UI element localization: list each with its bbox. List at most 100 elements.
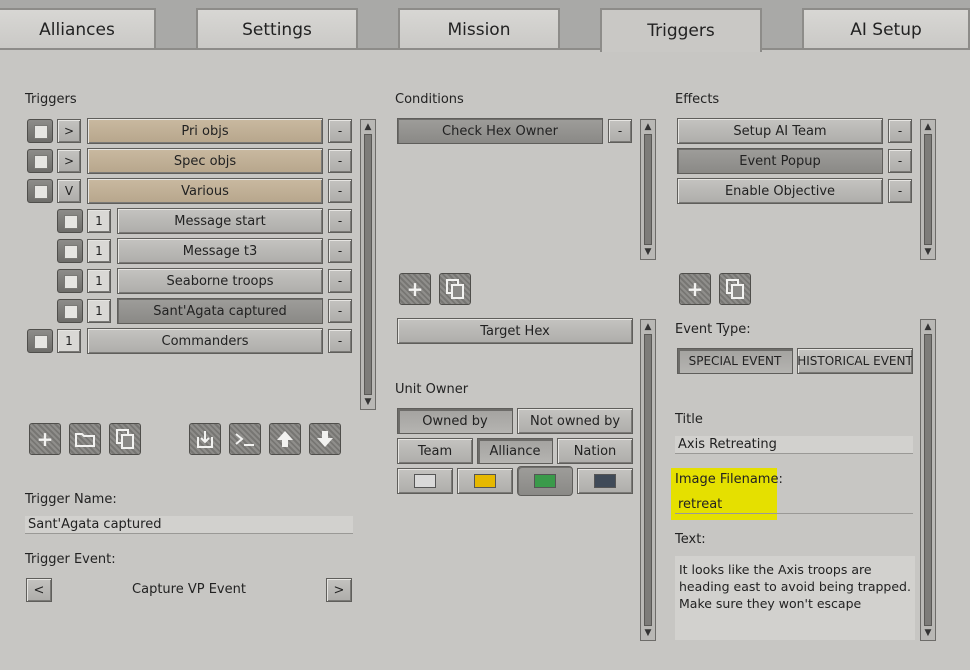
effect-item[interactable]: Setup AI Team: [677, 118, 883, 144]
title-input[interactable]: Axis Retreating: [675, 436, 913, 454]
scroll-down-icon[interactable]: ▼: [642, 246, 654, 258]
trigger-item[interactable]: Seaborne troops: [117, 268, 323, 294]
not-owned-by-button[interactable]: Not owned by: [517, 408, 633, 434]
scroll-track[interactable]: [364, 134, 372, 395]
trigger-item[interactable]: Various: [87, 178, 323, 204]
copy-condition-button[interactable]: [439, 273, 471, 305]
condition-params-scrollbar[interactable]: ▲ ▼: [640, 319, 656, 641]
add-folder-button[interactable]: [69, 423, 101, 455]
effect-item-selected[interactable]: Event Popup: [677, 148, 883, 174]
move-up-button[interactable]: [269, 423, 301, 455]
trigger-checkbox[interactable]: [57, 209, 83, 233]
remove-condition-button[interactable]: -: [608, 119, 632, 143]
triggers-scrollbar[interactable]: ▲ ▼: [360, 119, 376, 410]
trigger-name-input[interactable]: Sant'Agata captured: [25, 516, 353, 534]
scroll-track[interactable]: [644, 134, 652, 245]
color-option[interactable]: [577, 468, 633, 494]
triggers-heading: Triggers: [25, 92, 77, 107]
alliance-button[interactable]: Alliance: [477, 438, 553, 464]
remove-trigger-button[interactable]: -: [328, 149, 352, 173]
trigger-item[interactable]: Commanders: [87, 328, 323, 354]
tab-mission[interactable]: Mission: [398, 8, 560, 50]
trigger-checkbox[interactable]: [27, 179, 53, 203]
remove-effect-button[interactable]: -: [888, 149, 912, 173]
color-option[interactable]: [457, 468, 513, 494]
tab-alliances[interactable]: Alliances: [0, 8, 156, 50]
team-button[interactable]: Team: [397, 438, 473, 464]
add-effect-button[interactable]: +: [679, 273, 711, 305]
trigger-checkbox[interactable]: [27, 119, 53, 143]
trigger-label: Pri objs: [181, 123, 229, 139]
trigger-item[interactable]: Pri objs: [87, 118, 323, 144]
event-text-area[interactable]: It looks like the Axis troops are headin…: [675, 556, 915, 640]
import-button[interactable]: [189, 423, 221, 455]
effect-item[interactable]: Enable Objective: [677, 178, 883, 204]
scroll-up-icon[interactable]: ▲: [922, 121, 934, 133]
copy-effect-button[interactable]: [719, 273, 751, 305]
condition-label: Check Hex Owner: [442, 123, 558, 139]
trigger-checkbox[interactable]: [57, 239, 83, 263]
trigger-label: Seaborne troops: [166, 273, 274, 289]
tab-ai-setup[interactable]: AI Setup: [802, 8, 970, 50]
owned-by-button[interactable]: Owned by: [397, 408, 513, 434]
tab-label: Alliances: [39, 20, 115, 40]
scroll-up-icon[interactable]: ▲: [362, 121, 374, 133]
expand-button[interactable]: >: [57, 149, 81, 173]
text-label: Text:: [675, 532, 706, 547]
scroll-down-icon[interactable]: ▼: [362, 396, 374, 408]
scroll-up-icon[interactable]: ▲: [922, 321, 934, 333]
remove-effect-button[interactable]: -: [888, 179, 912, 203]
remove-trigger-button[interactable]: -: [328, 329, 352, 353]
event-next-button[interactable]: >: [326, 578, 352, 602]
trigger-item-selected[interactable]: Sant'Agata captured: [117, 298, 323, 324]
trigger-item[interactable]: Spec objs: [87, 148, 323, 174]
alliance-label: Alliance: [489, 443, 541, 459]
remove-trigger-button[interactable]: -: [328, 299, 352, 323]
move-down-button[interactable]: [309, 423, 341, 455]
conditions-scrollbar[interactable]: ▲ ▼: [640, 119, 656, 260]
folder-icon: [75, 433, 95, 447]
condition-item[interactable]: Check Hex Owner: [397, 118, 603, 144]
expand-button[interactable]: >: [57, 119, 81, 143]
color-option-selected[interactable]: [517, 466, 573, 496]
color-option[interactable]: [397, 468, 453, 494]
plus-icon: +: [406, 277, 424, 301]
remove-trigger-button[interactable]: -: [328, 119, 352, 143]
add-trigger-button[interactable]: +: [29, 423, 61, 455]
nation-button[interactable]: Nation: [557, 438, 633, 464]
scroll-down-icon[interactable]: ▼: [642, 627, 654, 639]
historical-event-button[interactable]: HISTORICAL EVENT: [797, 348, 913, 374]
trigger-event-value: Capture VP Event: [132, 582, 246, 597]
collapse-button[interactable]: V: [57, 179, 81, 203]
tab-settings[interactable]: Settings: [196, 8, 358, 50]
image-filename-input[interactable]: retreat: [675, 496, 913, 514]
trigger-checkbox[interactable]: [27, 329, 53, 353]
remove-trigger-button[interactable]: -: [328, 239, 352, 263]
copy-trigger-button[interactable]: [109, 423, 141, 455]
event-prev-button[interactable]: <: [26, 578, 52, 602]
trigger-item[interactable]: Message t3: [117, 238, 323, 264]
scroll-track[interactable]: [924, 134, 932, 245]
trigger-checkbox[interactable]: [27, 149, 53, 173]
scroll-up-icon[interactable]: ▲: [642, 121, 654, 133]
target-hex-button[interactable]: Target Hex: [397, 318, 633, 344]
effects-scrollbar[interactable]: ▲ ▼: [920, 119, 936, 260]
scroll-down-icon[interactable]: ▼: [922, 246, 934, 258]
special-event-button[interactable]: SPECIAL EVENT: [677, 348, 793, 374]
remove-trigger-button[interactable]: -: [328, 179, 352, 203]
add-condition-button[interactable]: +: [399, 273, 431, 305]
scroll-track[interactable]: [924, 334, 932, 626]
trigger-checkbox[interactable]: [57, 299, 83, 323]
trigger-item[interactable]: Message start: [117, 208, 323, 234]
scroll-down-icon[interactable]: ▼: [922, 627, 934, 639]
effect-label: Enable Objective: [724, 183, 836, 199]
trigger-checkbox[interactable]: [57, 269, 83, 293]
scroll-track[interactable]: [644, 334, 652, 626]
remove-effect-button[interactable]: -: [888, 119, 912, 143]
effect-params-scrollbar[interactable]: ▲ ▼: [920, 319, 936, 641]
scroll-up-icon[interactable]: ▲: [642, 321, 654, 333]
remove-trigger-button[interactable]: -: [328, 269, 352, 293]
tab-triggers[interactable]: Triggers: [600, 8, 762, 52]
console-button[interactable]: [229, 423, 261, 455]
remove-trigger-button[interactable]: -: [328, 209, 352, 233]
